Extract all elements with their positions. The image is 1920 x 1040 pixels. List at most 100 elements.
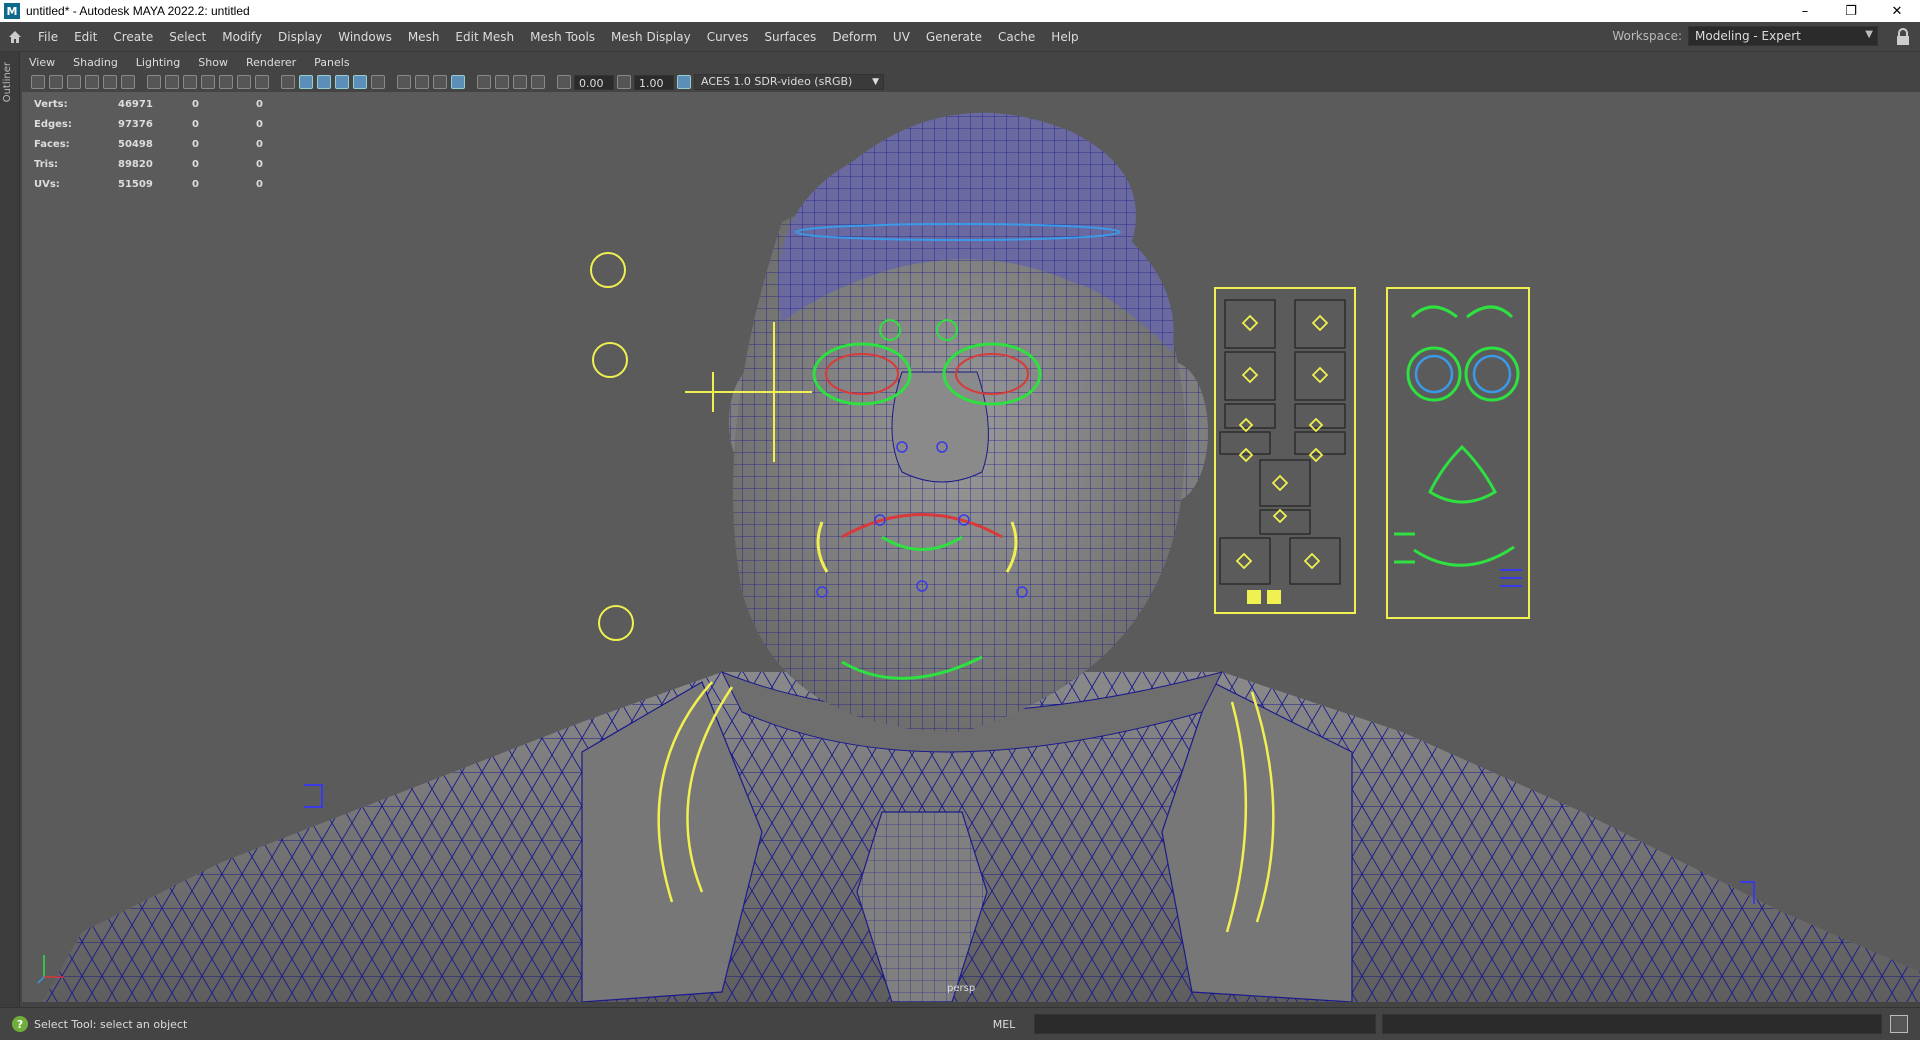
- command-language-toggle[interactable]: MEL: [974, 1018, 1034, 1031]
- resolution-gate-icon[interactable]: [183, 75, 197, 89]
- head-mesh: [729, 112, 1208, 732]
- exposure-field[interactable]: 0.00: [574, 74, 614, 90]
- xray-icon[interactable]: [495, 75, 509, 89]
- xray-active-icon[interactable]: [513, 75, 527, 89]
- hud-value: 0: [192, 178, 199, 190]
- gamma-field[interactable]: 1.00: [634, 74, 674, 90]
- hud-value: 0: [192, 98, 199, 110]
- menu-mesh-display[interactable]: Mesh Display: [603, 22, 699, 52]
- menu-windows[interactable]: Windows: [330, 22, 400, 52]
- workspace-label: Workspace:: [1612, 29, 1682, 43]
- shadows-icon[interactable]: [397, 75, 411, 89]
- menu-surfaces[interactable]: Surfaces: [756, 22, 824, 52]
- grease-pencil-icon[interactable]: [121, 75, 135, 89]
- select-camera-icon[interactable]: [31, 75, 45, 89]
- panel-menu-renderer[interactable]: Renderer: [237, 56, 305, 69]
- menu-help[interactable]: Help: [1043, 22, 1086, 52]
- wireframe-icon[interactable]: [281, 75, 295, 89]
- menu-cache[interactable]: Cache: [990, 22, 1043, 52]
- menu-uv[interactable]: UV: [885, 22, 918, 52]
- help-icon[interactable]: ?: [12, 1016, 28, 1032]
- menu-mesh[interactable]: Mesh: [400, 22, 448, 52]
- window-title: untitled* - Autodesk MAYA 2022.2: untitl…: [26, 4, 250, 18]
- hud-value: 0: [256, 138, 263, 150]
- menu-edit[interactable]: Edit: [66, 22, 105, 52]
- field-chart-icon[interactable]: [219, 75, 233, 89]
- panel-menu-shading[interactable]: Shading: [64, 56, 127, 69]
- menu-deform[interactable]: Deform: [824, 22, 885, 52]
- poly-count-hud: Verts: 46971 0 0 Edges: 97376 0 0 Faces:…: [34, 94, 296, 194]
- command-input[interactable]: [1034, 1014, 1376, 1034]
- hud-label: Verts:: [34, 98, 68, 110]
- panel-menu-bar: View Shading Lighting Show Renderer Pane…: [20, 52, 1920, 72]
- panel-menu-view[interactable]: View: [20, 56, 64, 69]
- panel-menu-show[interactable]: Show: [189, 56, 237, 69]
- menu-curves[interactable]: Curves: [699, 22, 757, 52]
- view-transform-dropdown[interactable]: ACES 1.0 SDR-video (sRGB) ▼: [694, 74, 884, 90]
- hud-label: Tris:: [34, 158, 59, 170]
- menu-file[interactable]: File: [30, 22, 66, 52]
- lock-icon[interactable]: [1896, 28, 1910, 46]
- image-plane-icon[interactable]: [85, 75, 99, 89]
- panel-menu-panels[interactable]: Panels: [305, 56, 358, 69]
- window-controls: – ❐ ✕: [1782, 0, 1920, 22]
- title-bar: M untitled* - Autodesk MAYA 2022.2: unti…: [0, 0, 1920, 22]
- exposure-icon[interactable]: [557, 75, 571, 89]
- hud-value: 0: [192, 158, 199, 170]
- camera-name-label: persp: [947, 983, 976, 994]
- hud-row: UVs: 51509 0 0: [34, 174, 296, 194]
- smooth-shade-icon[interactable]: [299, 75, 313, 89]
- hud-value: 0: [256, 118, 263, 130]
- isolate-select-icon[interactable]: [477, 75, 491, 89]
- hud-value: 0: [192, 118, 199, 130]
- textured-icon[interactable]: [353, 75, 367, 89]
- hud-value: 50498: [118, 138, 153, 150]
- hud-value: 0: [256, 178, 263, 190]
- home-icon[interactable]: [0, 22, 30, 52]
- motion-blur-icon[interactable]: [433, 75, 447, 89]
- lights-icon[interactable]: [371, 75, 385, 89]
- view-transform-value: ACES 1.0 SDR-video (sRGB): [701, 75, 853, 88]
- menu-display[interactable]: Display: [270, 22, 330, 52]
- color-management-icon[interactable]: [677, 75, 691, 89]
- maya-logo-icon: M: [4, 3, 20, 19]
- xray-joints-icon[interactable]: [531, 75, 545, 89]
- maximize-button[interactable]: ❐: [1828, 0, 1874, 22]
- ambient-occlusion-icon[interactable]: [415, 75, 429, 89]
- left-dock-strip: Outliner: [0, 52, 20, 1007]
- hud-label: Edges:: [34, 118, 72, 130]
- panel-menu-lighting[interactable]: Lighting: [127, 56, 189, 69]
- bookmarks-icon[interactable]: [67, 75, 81, 89]
- camera-attributes-icon[interactable]: [49, 75, 63, 89]
- hud-value: 0: [192, 138, 199, 150]
- anti-aliasing-icon[interactable]: [451, 75, 465, 89]
- 2d-pan-zoom-icon[interactable]: [103, 75, 117, 89]
- menu-select[interactable]: Select: [161, 22, 214, 52]
- menu-edit-mesh[interactable]: Edit Mesh: [447, 22, 522, 52]
- scene-render: [42, 112, 1920, 1002]
- menu-generate[interactable]: Generate: [918, 22, 990, 52]
- 3d-viewport[interactable]: Verts: 46971 0 0 Edges: 97376 0 0 Faces:…: [22, 92, 1920, 1002]
- close-button[interactable]: ✕: [1874, 0, 1920, 22]
- panel-toolbar: 0.00 1.00 ACES 1.0 SDR-video (sRGB) ▼: [20, 72, 1920, 92]
- menu-create[interactable]: Create: [105, 22, 161, 52]
- gamma-icon[interactable]: [617, 75, 631, 89]
- safe-action-icon[interactable]: [237, 75, 251, 89]
- script-editor-icon[interactable]: [1890, 1015, 1908, 1033]
- help-command-line: ? Select Tool: select an object MEL: [0, 1007, 1920, 1040]
- menu-mesh-tools[interactable]: Mesh Tools: [522, 22, 603, 52]
- minimize-button[interactable]: –: [1782, 0, 1828, 22]
- safe-title-icon[interactable]: [255, 75, 269, 89]
- default-material-icon[interactable]: [335, 75, 349, 89]
- outliner-tab[interactable]: Outliner: [2, 62, 13, 102]
- hud-row: Verts: 46971 0 0: [34, 94, 296, 114]
- hud-row: Tris: 89820 0 0: [34, 154, 296, 174]
- menu-modify[interactable]: Modify: [214, 22, 270, 52]
- gate-mask-icon[interactable]: [201, 75, 215, 89]
- workspace-selector: Workspace: Modeling - Expert ▼: [1612, 26, 1878, 46]
- grid-icon[interactable]: [147, 75, 161, 89]
- wireframe-on-shaded-icon[interactable]: [317, 75, 331, 89]
- workspace-dropdown[interactable]: Modeling - Expert ▼: [1688, 26, 1878, 46]
- help-line-text: Select Tool: select an object: [34, 1017, 188, 1031]
- film-gate-icon[interactable]: [165, 75, 179, 89]
